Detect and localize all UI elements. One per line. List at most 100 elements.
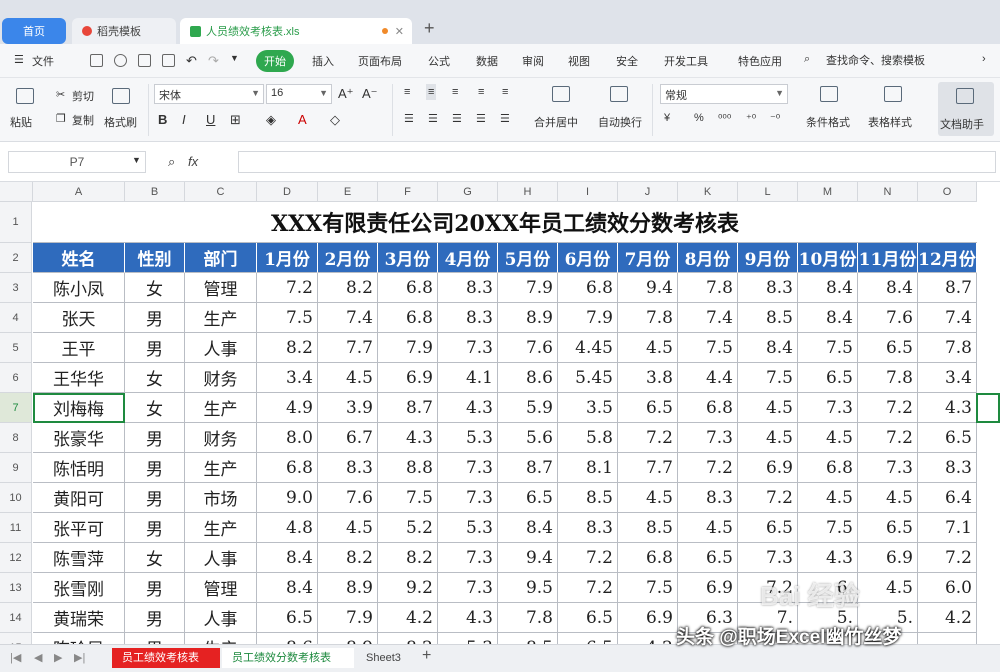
gender-cell[interactable]: 男 [125,303,185,333]
score-cell[interactable]: 6.5 [498,483,558,513]
menu-file[interactable]: 文件 [32,53,54,69]
score-cell[interactable]: 9.2 [378,573,438,603]
department-cell[interactable]: 生产 [185,633,257,644]
table-header-cell[interactable]: 4月份 [438,243,498,273]
increase-decimal-icon[interactable]: ⁺⁰ [746,112,756,125]
score-cell[interactable]: 6.5 [918,423,977,453]
score-cell[interactable]: 6.5 [678,543,738,573]
department-cell[interactable]: 财务 [185,423,257,453]
score-cell[interactable]: 6.9 [678,573,738,603]
table-header-cell[interactable]: 部门 [185,243,257,273]
score-cell[interactable]: 7.5 [798,333,858,363]
score-cell[interactable]: 6.9 [858,543,918,573]
score-cell[interactable]: 4.45 [558,333,618,363]
score-cell[interactable]: 7.9 [378,333,438,363]
row-header[interactable]: 6 [0,363,32,393]
score-cell[interactable]: 7.5 [678,333,738,363]
zoom-icon[interactable]: ⌕ [168,154,175,170]
increase-font-icon[interactable]: A⁺ [338,86,354,102]
name-box[interactable]: P7 [8,151,146,173]
menu-formulas[interactable]: 公式 [428,53,450,69]
percent-icon[interactable]: % [694,112,704,124]
gender-cell[interactable]: 女 [125,273,185,303]
department-cell[interactable]: 管理 [185,573,257,603]
table-header-cell[interactable]: 8月份 [678,243,738,273]
score-cell[interactable]: 4.5 [858,483,918,513]
gender-cell[interactable]: 男 [125,423,185,453]
last-sheet-icon[interactable]: ▶| [74,651,85,664]
row-header[interactable]: 1 [0,202,32,243]
font-color-icon[interactable]: A [298,112,307,127]
row-header[interactable]: 12 [0,543,32,573]
score-cell[interactable]: 6.5 [558,633,618,644]
table-header-cell[interactable]: 11月份 [858,243,918,273]
cut-icon[interactable]: ✂ [56,88,65,101]
search-icon[interactable]: ⌕ [804,53,810,66]
score-cell[interactable]: 5.3 [438,423,498,453]
merge-center-button[interactable]: 合并居中 [534,114,578,130]
border-icon[interactable]: ⊞ [230,112,241,128]
copy-button[interactable]: 复制 [72,112,94,128]
sheet-tab-2[interactable]: 员工绩效分数考核表 [222,648,354,668]
score-cell[interactable]: 6.8 [618,543,678,573]
employee-name-cell[interactable]: 黄阳可 [33,483,125,513]
table-header-cell[interactable]: 5月份 [498,243,558,273]
department-cell[interactable]: 人事 [185,333,257,363]
score-cell[interactable]: 8.4 [858,273,918,303]
score-cell[interactable]: 4.5 [858,573,918,603]
employee-name-cell[interactable]: 张雪刚 [33,573,125,603]
score-cell[interactable]: 6.8 [378,273,438,303]
score-cell[interactable]: 4.1 [438,363,498,393]
column-header-H[interactable]: H [498,182,558,202]
score-cell[interactable]: 4.9 [257,393,318,423]
menu-page-layout[interactable]: 页面布局 [358,53,402,69]
menu-view[interactable]: 视图 [568,53,590,69]
score-cell[interactable]: 4.5 [618,483,678,513]
table-header-cell[interactable]: 10月份 [798,243,858,273]
column-header-J[interactable]: J [618,182,678,202]
table-header-cell[interactable]: 1月份 [257,243,318,273]
gender-cell[interactable]: 女 [125,363,185,393]
score-cell[interactable]: 3.9 [318,393,378,423]
score-cell[interactable]: 7.4 [318,303,378,333]
undo-icon[interactable]: ↶ [186,53,197,69]
score-cell[interactable]: 4.5 [318,363,378,393]
score-cell[interactable]: 4.2 [918,603,977,633]
clear-format-icon[interactable]: ◇ [330,112,340,128]
column-header-B[interactable]: B [125,182,185,202]
menu-data[interactable]: 数据 [476,53,498,69]
decrease-decimal-icon[interactable]: ⁻⁰ [770,112,780,125]
employee-name-cell[interactable]: 陈恬明 [33,453,125,483]
score-cell[interactable]: 5.8 [558,423,618,453]
score-cell[interactable]: 9.0 [257,483,318,513]
score-cell[interactable]: 9.4 [618,273,678,303]
score-cell[interactable]: 8.3 [438,303,498,333]
score-cell[interactable]: 4.5 [738,393,798,423]
score-cell[interactable]: 8.4 [498,513,558,543]
employee-name-cell[interactable]: 张平可 [33,513,125,543]
menu-insert[interactable]: 插入 [312,53,334,69]
score-cell[interactable]: 8.3 [918,453,977,483]
employee-name-cell[interactable]: 刘梅梅 [33,393,125,423]
score-cell[interactable]: 8.4 [798,273,858,303]
score-cell[interactable]: 5.6 [498,423,558,453]
department-cell[interactable]: 生产 [185,453,257,483]
save-icon[interactable] [90,54,103,67]
justify-icon[interactable]: ☰ [476,112,486,125]
italic-icon[interactable]: I [182,112,186,127]
score-cell[interactable]: 6.8 [558,273,618,303]
sheet-tab-3[interactable]: Sheet3 [356,648,416,668]
menu-developer[interactable]: 开发工具 [664,53,708,69]
score-cell[interactable]: 6.0 [918,573,977,603]
table-header-cell[interactable]: 姓名 [33,243,125,273]
gender-cell[interactable]: 男 [125,333,185,363]
score-cell[interactable]: 8.7 [378,393,438,423]
column-header-N[interactable]: N [858,182,918,202]
new-tab-button[interactable]: + [424,18,435,39]
score-cell[interactable]: 6.8 [678,393,738,423]
score-cell[interactable]: 8.3 [678,483,738,513]
score-cell[interactable]: 3.4 [257,363,318,393]
menu-review[interactable]: 审阅 [522,53,544,69]
employee-name-cell[interactable]: 陈雪萍 [33,543,125,573]
score-cell[interactable]: 7.3 [858,453,918,483]
